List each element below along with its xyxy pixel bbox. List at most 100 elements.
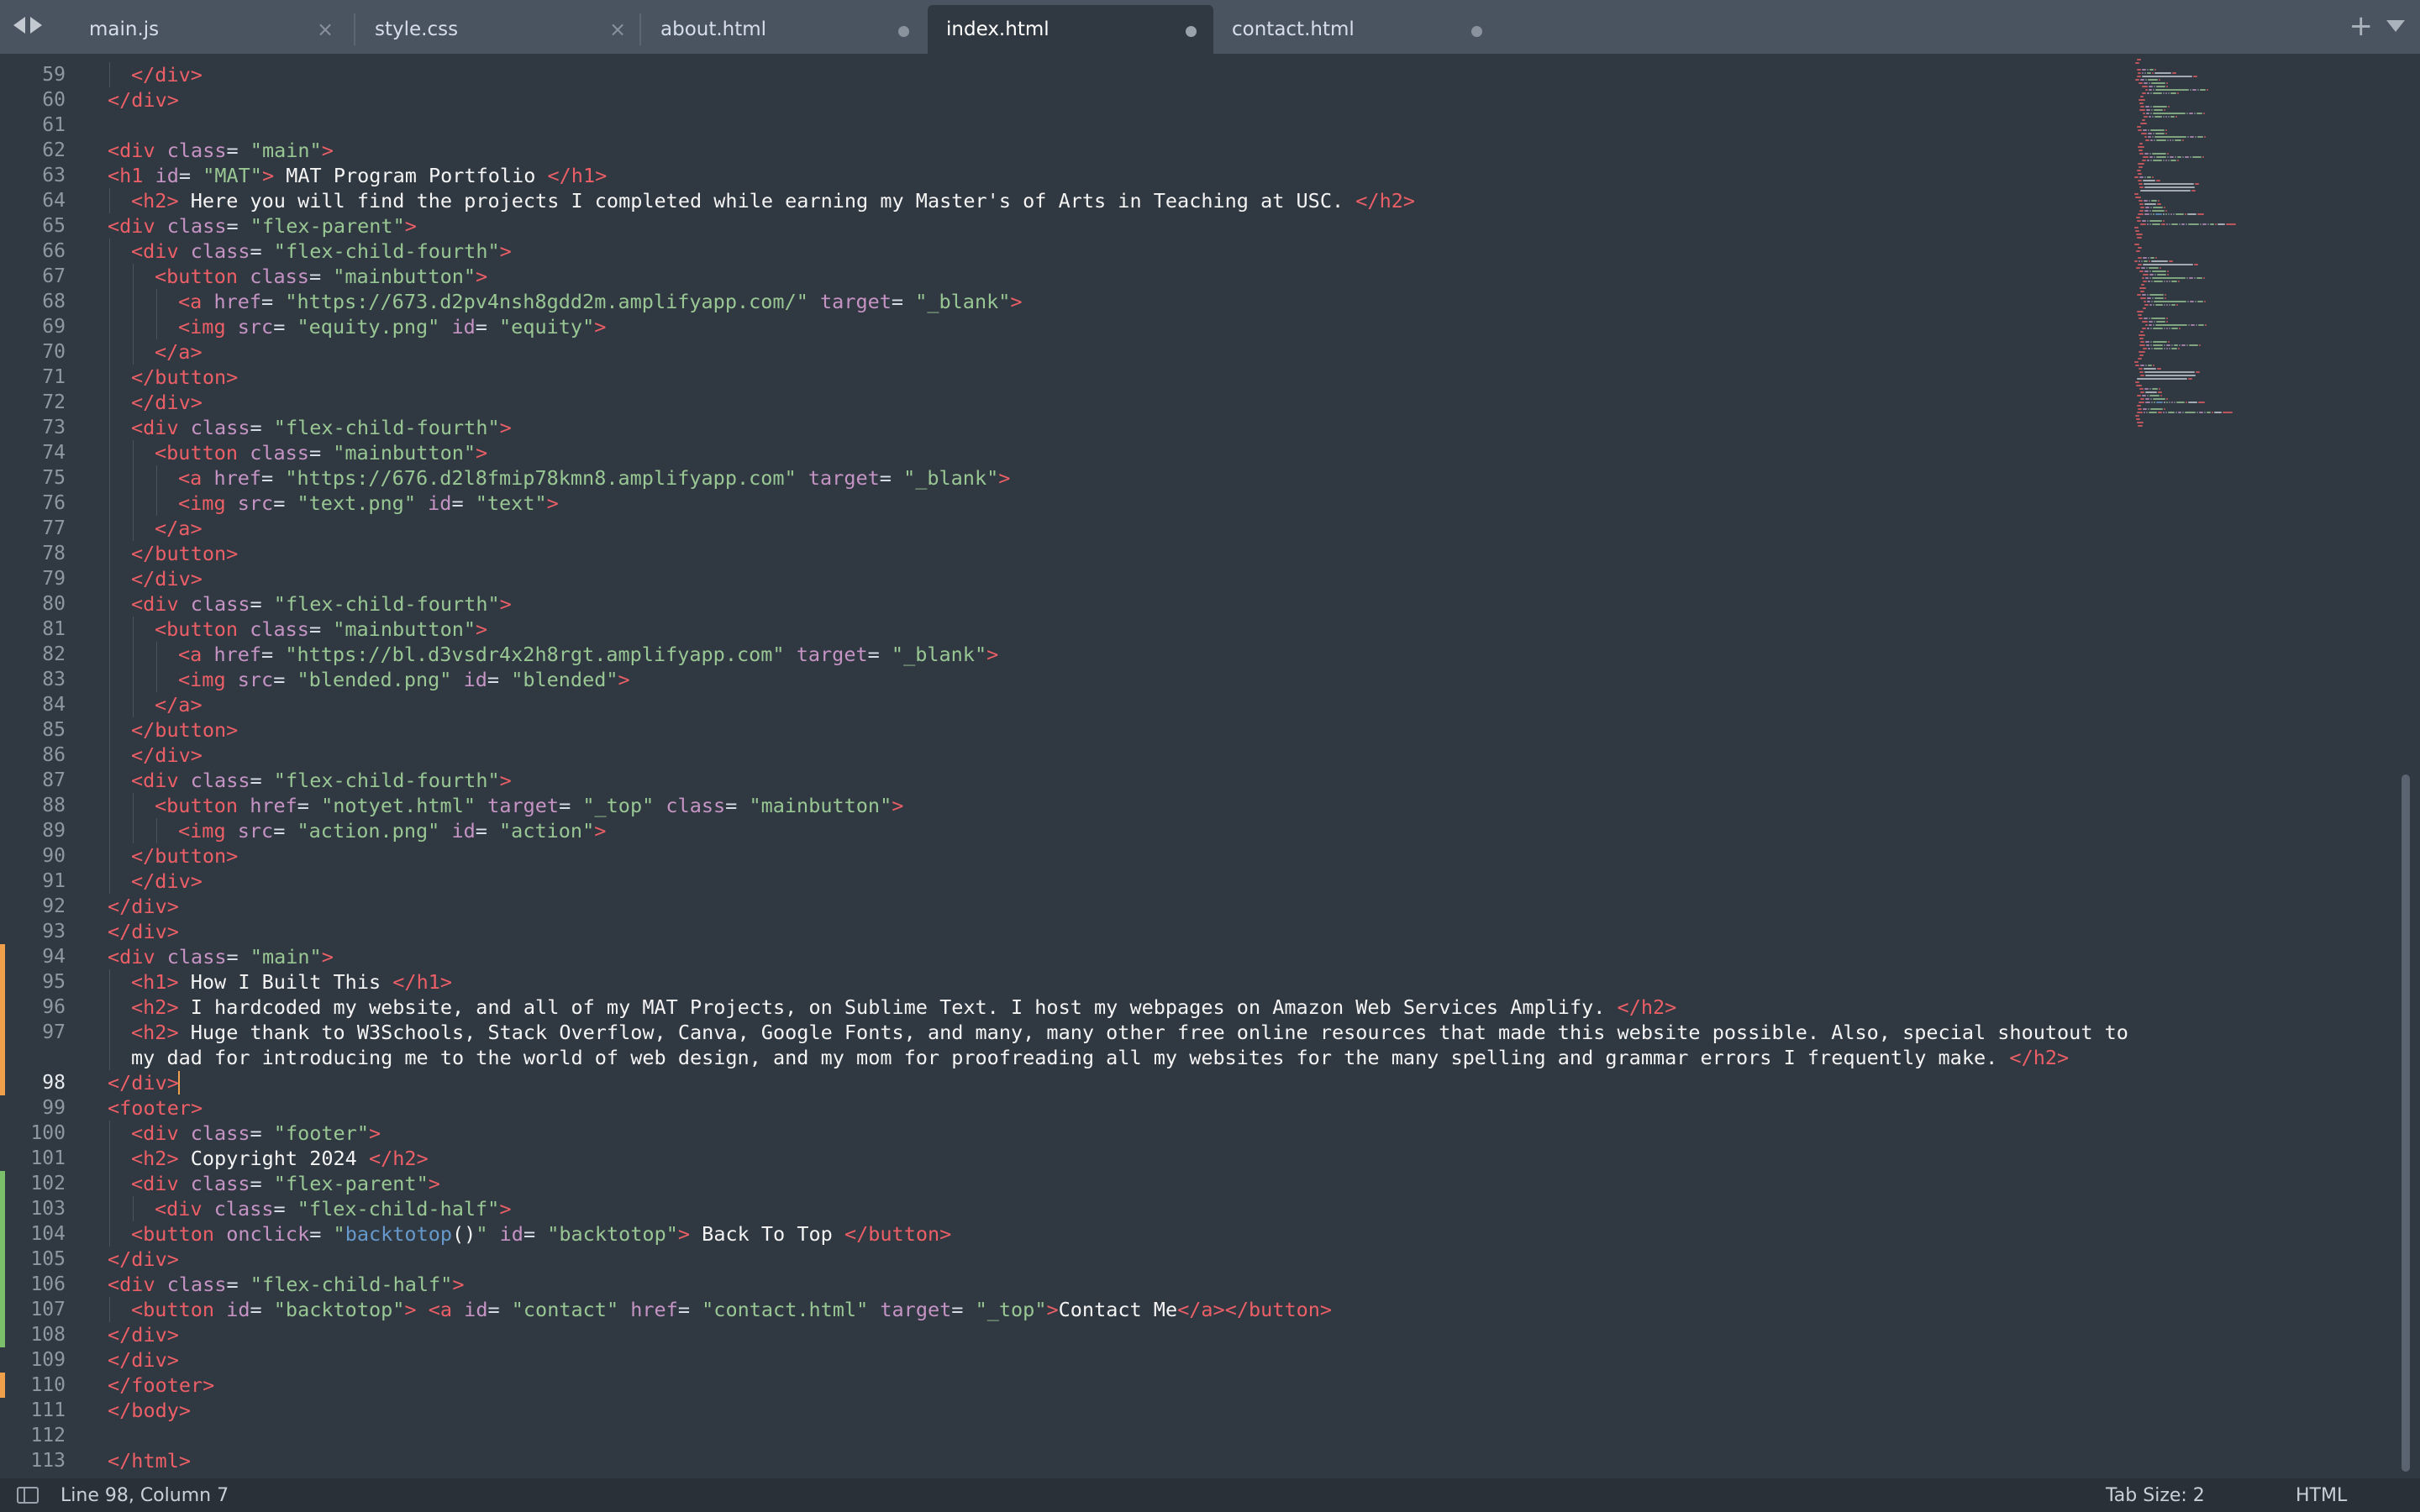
modified-line-marker: [0, 1373, 5, 1398]
code-token: =: [273, 315, 297, 339]
code-line[interactable]: </button>: [131, 365, 238, 390]
unsaved-dot-icon[interactable]: [1471, 26, 1482, 37]
code-token: <div: [131, 592, 191, 616]
minimap-stroke: [2168, 116, 2170, 118]
code-line[interactable]: </button>: [131, 541, 238, 566]
unsaved-dot-icon[interactable]: [1186, 26, 1197, 37]
code-line[interactable]: <div class= "flex-child-fourth">: [131, 239, 512, 264]
code-line[interactable]: </div>: [108, 894, 179, 919]
code-line[interactable]: <button href= "notyet.html" target= "_to…: [155, 793, 903, 818]
code-line[interactable]: </footer>: [108, 1373, 214, 1398]
tab-style-css[interactable]: style.css ×: [356, 5, 640, 54]
code-line[interactable]: </div>: [131, 62, 203, 87]
code-line[interactable]: </div>: [131, 390, 203, 415]
code-line[interactable]: <div class= "main">: [108, 944, 334, 969]
code-line[interactable]: <div class= "flex-child-half">: [155, 1196, 511, 1221]
code-line[interactable]: </button>: [131, 717, 238, 743]
code-line[interactable]: <a href= "https://676.d2l8fmip78kmn8.amp…: [178, 465, 1010, 491]
code-line[interactable]: </a>: [155, 692, 203, 717]
minimap-stroke: [2153, 89, 2154, 91]
tab-contact-html[interactable]: contact.html: [1213, 5, 1499, 54]
code-line[interactable]: <button class= "mainbutton">: [155, 617, 487, 642]
code-line[interactable]: <a href= "https://673.d2pv4nsh8gdd2m.amp…: [178, 289, 1023, 314]
code-line[interactable]: <h1 id= "MAT"> MAT Program Portfolio </h…: [108, 163, 607, 188]
code-line[interactable]: <div class= "flex-child-fourth">: [131, 415, 512, 440]
code-line[interactable]: </body>: [108, 1398, 191, 1423]
tab-main-js[interactable]: main.js ×: [71, 5, 348, 54]
code-line[interactable]: <a href= "https://bl.d3vsdr4x2h8rgt.ampl…: [178, 642, 998, 667]
code-line[interactable]: <div class= "flex-child-fourth">: [131, 768, 512, 793]
minimap-stroke: [2145, 89, 2148, 91]
code-line[interactable]: </div>: [108, 919, 179, 944]
code-line[interactable]: </div>: [131, 869, 203, 894]
code-line[interactable]: <footer>: [108, 1095, 203, 1121]
code-line[interactable]: <button class= "mainbutton">: [155, 440, 487, 465]
tab-about-html[interactable]: about.html: [642, 5, 926, 54]
code-line[interactable]: <div class= "flex-parent">: [108, 213, 417, 239]
code-line[interactable]: </button>: [131, 843, 238, 869]
code-line[interactable]: <div class= "flex-parent">: [131, 1171, 440, 1196]
code-token: </button>: [844, 1222, 952, 1246]
unsaved-dot-icon[interactable]: [898, 26, 909, 37]
code-token: target: [487, 794, 560, 817]
code-line[interactable]: <img src= "text.png" id= "text">: [178, 491, 559, 516]
code-line[interactable]: <div class= "flex-child-fourth">: [131, 591, 512, 617]
line-number: 99: [42, 1097, 66, 1119]
code-line[interactable]: <h1> How I Built This </h1>: [131, 969, 452, 995]
minimap-stroke: [2152, 176, 2154, 178]
code-line[interactable]: <button class= "mainbutton">: [155, 264, 487, 289]
tab-index-html[interactable]: index.html: [928, 5, 1213, 54]
next-tab-arrow-icon[interactable]: [30, 17, 42, 34]
minimap-stroke: [2155, 213, 2162, 215]
code-line[interactable]: </a>: [155, 516, 203, 541]
close-tab-icon[interactable]: ×: [316, 19, 334, 39]
code-line[interactable]: </div>: [108, 87, 179, 113]
code-token: >: [998, 466, 1011, 490]
code-line[interactable]: <h2> Here you will find the projects I c…: [131, 188, 1415, 213]
code-token: <h1: [108, 164, 155, 187]
close-tab-icon[interactable]: ×: [608, 19, 627, 39]
toggle-panel-icon[interactable]: [17, 1487, 39, 1504]
code-line[interactable]: <h2> I hardcoded my website, and all of …: [131, 995, 1676, 1020]
code-line[interactable]: <img src= "blended.png" id= "blended">: [178, 667, 630, 692]
code-line[interactable]: <button id= "backtotop"> <a id= "contact…: [131, 1297, 1332, 1322]
code-line[interactable]: <img src= "equity.png" id= "equity">: [178, 314, 606, 339]
minimap-stroke: [2139, 287, 2146, 289]
line-number: 107: [30, 1299, 66, 1320]
code-line[interactable]: <div class= "flex-child-half">: [108, 1272, 464, 1297]
code-line[interactable]: </div>: [131, 743, 203, 768]
code-line[interactable]: </div>: [108, 1322, 179, 1347]
tab-list-dropdown-icon[interactable]: [2386, 20, 2405, 32]
code-token: >: [1046, 1298, 1059, 1321]
code-line[interactable]: <button onclick= "backtotop()" id= "back…: [131, 1221, 951, 1247]
code-editor[interactable]: 59 60 61 62 63 64 65 66 67 68 69 70 71 72 73 74 75 76 77 78…: [0, 54, 2420, 1478]
line-number: 66: [42, 240, 66, 262]
minimap-stroke: [2145, 139, 2149, 141]
minimap-stroke: [2163, 213, 2165, 215]
minimap[interactable]: [2134, 59, 2336, 445]
scrollbar-thumb[interactable]: [2402, 774, 2410, 1472]
minimap-stroke: [2159, 388, 2160, 390]
syntax-selector[interactable]: HTML: [2296, 1485, 2347, 1506]
code-line[interactable]: <img src= "action.png" id= "action">: [178, 818, 606, 843]
code-line[interactable]: </div>: [131, 566, 203, 591]
tab-size-selector[interactable]: Tab Size: 2: [2106, 1485, 2205, 1506]
indent-guide: [109, 869, 110, 894]
code-token: <footer>: [108, 1096, 203, 1120]
indent-guide: [109, 818, 110, 843]
code-line[interactable]: my dad for introducing me to the world o…: [131, 1045, 2069, 1070]
code-line[interactable]: </div>: [108, 1070, 179, 1095]
code-line[interactable]: </a>: [155, 339, 203, 365]
code-line[interactable]: </div>: [108, 1347, 179, 1373]
code-line[interactable]: </div>: [108, 1247, 179, 1272]
minimap-stroke: [2134, 176, 2139, 178]
line-number-row: 64: [0, 188, 111, 213]
minimap-stroke: [2140, 96, 2144, 97]
code-line[interactable]: </html>: [108, 1448, 191, 1473]
code-line[interactable]: <h2> Huge thank to W3Schools, Stack Over…: [131, 1020, 2128, 1045]
code-line[interactable]: <h2> Copyright 2024 </h2>: [131, 1146, 429, 1171]
code-line[interactable]: <div class= "main">: [108, 138, 334, 163]
new-tab-plus-icon[interactable]: +: [2349, 12, 2374, 40]
code-line[interactable]: <div class= "footer">: [131, 1121, 381, 1146]
previous-tab-arrow-icon[interactable]: [13, 17, 25, 34]
